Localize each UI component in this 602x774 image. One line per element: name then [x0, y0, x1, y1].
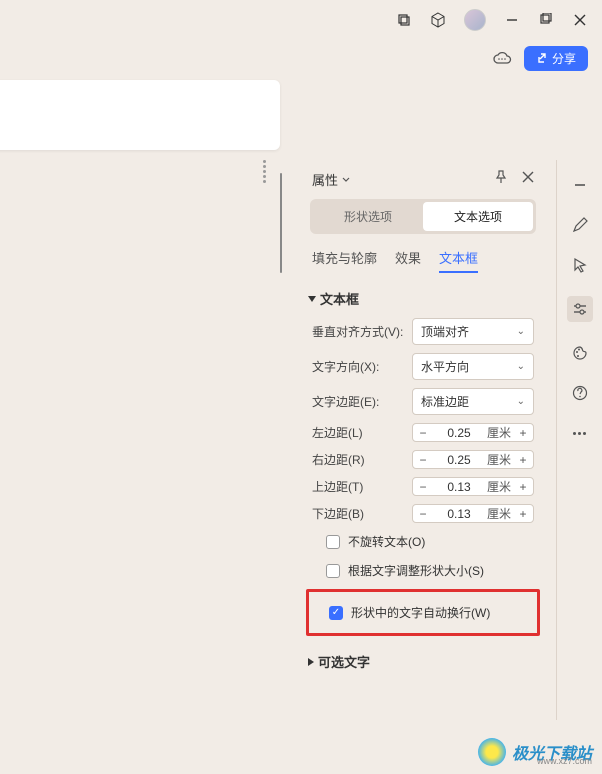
checkbox-wrap-text-row: 形状中的文字自动换行(W): [309, 598, 537, 627]
chevron-down-icon: [342, 176, 350, 184]
cursor-icon[interactable]: [571, 256, 589, 274]
chevron-down-icon: ⌄: [517, 396, 525, 407]
watermark: 极光下载站 www.xz7.com: [478, 738, 592, 766]
tabs: 填充与轮廓 效果 文本框: [298, 234, 548, 277]
watermark-url: www.xz7.com: [537, 756, 592, 766]
pencil-icon[interactable]: [571, 216, 589, 234]
scrollbar[interactable]: [276, 165, 286, 745]
window-titlebar: [0, 0, 602, 40]
row-text-margin: 文字边距(E): 标准边距⌄: [298, 384, 548, 419]
panel-drag-handle[interactable]: [258, 160, 270, 183]
increment-button[interactable]: +: [513, 480, 533, 494]
tab-fill-outline[interactable]: 填充与轮廓: [312, 248, 377, 273]
chevron-down-icon: ⌄: [517, 326, 525, 337]
close-panel-icon[interactable]: [522, 170, 534, 189]
checkbox-wrap-text-label: 形状中的文字自动换行(W): [351, 604, 490, 621]
help-icon[interactable]: [571, 384, 589, 402]
tab-effect[interactable]: 效果: [395, 248, 421, 273]
checkbox-no-rotate[interactable]: [326, 535, 340, 549]
minus-tool-icon[interactable]: [571, 176, 589, 194]
label-text-margin: 文字边距(E):: [312, 393, 404, 410]
label-top-margin: 上边距(T): [312, 478, 404, 495]
minimize-icon[interactable]: [504, 12, 520, 28]
cloud-icon[interactable]: [492, 48, 512, 68]
cube-icon[interactable]: [430, 12, 446, 28]
checkbox-no-rotate-label: 不旋转文本(O): [348, 533, 425, 550]
label-left-margin: 左边距(L): [312, 424, 404, 441]
checkbox-fit-shape-label: 根据文字调整形状大小(S): [348, 562, 484, 579]
section-textbox-header[interactable]: 文本框: [298, 277, 548, 314]
section-alt-text-header[interactable]: 可选文字: [298, 640, 548, 677]
spinner-top-margin[interactable]: −0.13厘米+: [412, 477, 534, 496]
panel-title[interactable]: 属性: [312, 170, 350, 189]
decrement-button[interactable]: −: [413, 507, 433, 521]
decrement-button[interactable]: −: [413, 426, 433, 440]
checkbox-wrap-text[interactable]: [329, 606, 343, 620]
chevron-down-icon: ⌄: [517, 361, 525, 372]
decrement-button[interactable]: −: [413, 453, 433, 467]
canvas-shape[interactable]: [0, 80, 280, 150]
palette-icon[interactable]: [571, 344, 589, 362]
share-button-label: 分享: [552, 50, 576, 67]
maximize-icon[interactable]: [538, 12, 554, 28]
more-icon[interactable]: [571, 424, 589, 442]
pin-icon[interactable]: [494, 170, 508, 189]
label-valign: 垂直对齐方式(V):: [312, 323, 404, 340]
select-text-direction[interactable]: 水平方向⌄: [412, 353, 534, 380]
row-left-margin: 左边距(L) −0.25厘米+: [298, 419, 548, 446]
watermark-logo-icon: [478, 738, 506, 766]
properties-panel: 属性 形状选项 文本选项 填充与轮廓 效果 文本框 文本框 垂直对齐方式(V):…: [298, 160, 548, 720]
share-bar: 分享: [0, 40, 602, 76]
sliders-icon[interactable]: [567, 296, 593, 322]
increment-button[interactable]: +: [513, 507, 533, 521]
label-text-direction: 文字方向(X):: [312, 358, 404, 375]
segment-text-options[interactable]: 文本选项: [423, 202, 533, 231]
collapse-icon: [308, 296, 316, 302]
increment-button[interactable]: +: [513, 426, 533, 440]
row-right-margin: 右边距(R) −0.25厘米+: [298, 446, 548, 473]
select-valign[interactable]: 顶端对齐⌄: [412, 318, 534, 345]
checkbox-fit-shape-row: 根据文字调整形状大小(S): [298, 556, 548, 585]
decrement-button[interactable]: −: [413, 480, 433, 494]
label-bottom-margin: 下边距(B): [312, 505, 404, 522]
row-text-direction: 文字方向(X): 水平方向⌄: [298, 349, 548, 384]
highlight-annotation: 形状中的文字自动换行(W): [306, 589, 540, 636]
checkbox-no-rotate-row: 不旋转文本(O): [298, 527, 548, 556]
spinner-left-margin[interactable]: −0.25厘米+: [412, 423, 534, 442]
segment-shape-options[interactable]: 形状选项: [313, 202, 423, 231]
close-icon[interactable]: [572, 12, 588, 28]
avatar[interactable]: [464, 9, 486, 31]
tab-textbox[interactable]: 文本框: [439, 248, 478, 273]
checkbox-fit-shape[interactable]: [326, 564, 340, 578]
select-text-margin[interactable]: 标准边距⌄: [412, 388, 534, 415]
expand-icon: [308, 658, 314, 666]
spinner-right-margin[interactable]: −0.25厘米+: [412, 450, 534, 469]
segmented-control: 形状选项 文本选项: [310, 199, 536, 234]
row-bottom-margin: 下边距(B) −0.13厘米+: [298, 500, 548, 527]
share-button[interactable]: 分享: [524, 46, 588, 71]
panel-header: 属性: [298, 160, 548, 199]
increment-button[interactable]: +: [513, 453, 533, 467]
row-valign: 垂直对齐方式(V): 顶端对齐⌄: [298, 314, 548, 349]
spinner-bottom-margin[interactable]: −0.13厘米+: [412, 504, 534, 523]
row-top-margin: 上边距(T) −0.13厘米+: [298, 473, 548, 500]
right-toolbar: [556, 160, 602, 720]
label-right-margin: 右边距(R): [312, 451, 404, 468]
copy-window-icon[interactable]: [396, 12, 412, 28]
